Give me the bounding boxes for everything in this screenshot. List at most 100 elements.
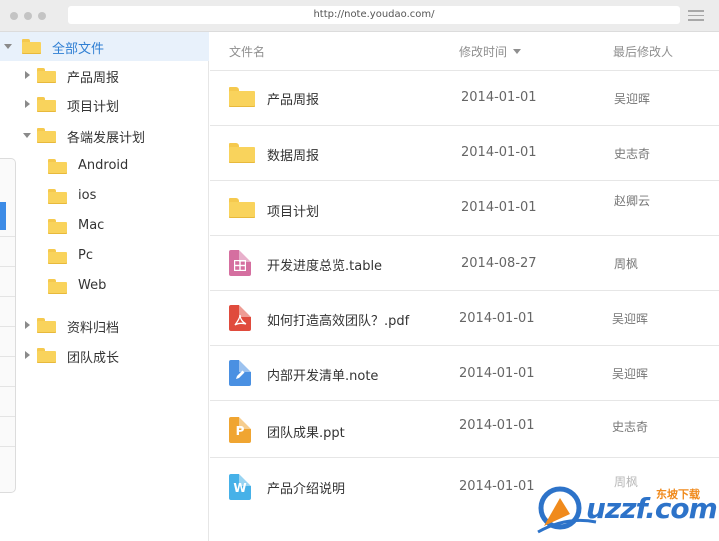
tree-item-label: Pc: [78, 248, 93, 263]
column-header-name[interactable]: 文件名: [229, 43, 265, 60]
file-list: 文件名 修改时间 最后修改人 产品周报 2014-01-01 吴迎晖 数据周报 …: [210, 32, 719, 541]
expand-down-icon[interactable]: [23, 133, 31, 138]
file-modified-date: 2014-01-01: [461, 90, 537, 105]
tree-item-mac[interactable]: Mac: [0, 212, 209, 241]
hamburger-menu-icon[interactable]: [688, 10, 704, 21]
tree-item-label: ios: [78, 188, 97, 203]
folder-icon: [48, 189, 67, 204]
file-row[interactable]: 如何打造高效团队？.pdf 2014-01-01 吴迎晖: [210, 291, 719, 346]
ppt-file-icon: P: [229, 417, 251, 443]
word-file-icon: W: [229, 474, 251, 500]
column-header-modified[interactable]: 修改时间: [459, 43, 522, 60]
folder-icon: [229, 198, 255, 218]
folder-tree-sidebar: 全部文件 产品周报 项目计划 各端发展计划 Android ios Mac Pc…: [0, 32, 209, 541]
tree-item-label: 各端发展计划: [67, 131, 146, 146]
file-modified-date: 2014-01-01: [461, 145, 537, 160]
tree-item-ios[interactable]: ios: [0, 182, 209, 211]
tree-item-label: Mac: [78, 218, 105, 233]
expand-down-icon[interactable]: [4, 44, 12, 49]
expand-right-icon[interactable]: [25, 321, 30, 329]
file-row[interactable]: P 团队成果.ppt 2014-01-01 史志奇: [210, 401, 719, 458]
background-window-divider: [0, 236, 15, 237]
file-name: 产品周报: [267, 93, 320, 108]
tree-item-label: 资料归档: [67, 321, 120, 336]
file-name: 产品介绍说明: [267, 482, 346, 497]
file-editor: 吴迎晖: [614, 92, 651, 106]
background-window-divider: [0, 296, 15, 297]
folder-icon: [229, 87, 255, 107]
file-editor: 赵卿云: [614, 194, 651, 208]
folder-icon: [37, 68, 56, 83]
file-editor: 史志奇: [614, 147, 651, 161]
file-modified-date: 2014-01-01: [459, 311, 535, 326]
file-row[interactable]: 项目计划 2014-01-01 赵卿云: [210, 181, 719, 236]
file-list-header: 文件名 修改时间 最后修改人: [210, 32, 719, 71]
file-modified-date: 2014-01-01: [459, 418, 535, 433]
file-editor: 史志奇: [612, 420, 649, 434]
site-watermark: uzzf.com 东坡下载: [536, 478, 718, 536]
file-name: 如何打造高效团队？.pdf: [267, 314, 410, 329]
column-header-modified-label: 修改时间: [459, 45, 508, 59]
file-modified-date: 2014-01-01: [459, 366, 535, 381]
folder-icon: [22, 39, 41, 54]
folder-icon: [37, 97, 56, 112]
window-close-button[interactable]: [10, 12, 18, 20]
expand-right-icon[interactable]: [25, 100, 30, 108]
file-row[interactable]: 开发进度总览.table 2014-08-27 周枫: [210, 236, 719, 291]
window-minimize-button[interactable]: [24, 12, 32, 20]
folder-icon: [48, 249, 67, 264]
file-row[interactable]: 产品周报 2014-01-01 吴迎晖: [210, 71, 719, 126]
file-row[interactable]: 内部开发清单.note 2014-01-01 吴迎晖: [210, 346, 719, 401]
tree-item-platform-plans[interactable]: 各端发展计划: [0, 121, 209, 150]
folder-icon: [37, 318, 56, 333]
file-name: 内部开发清单.note: [267, 369, 379, 384]
tree-item-label: 产品周报: [67, 71, 120, 86]
file-modified-date: 2014-08-27: [461, 256, 537, 271]
file-row[interactable]: 数据周报 2014-01-01 史志奇: [210, 126, 719, 181]
window-maximize-button[interactable]: [38, 12, 46, 20]
pdf-file-icon: [229, 305, 251, 331]
column-header-editor[interactable]: 最后修改人: [613, 43, 673, 60]
browser-toolbar: http://note.youdao.com/: [0, 0, 719, 32]
expand-right-icon[interactable]: [25, 351, 30, 359]
background-window-divider: [0, 446, 15, 447]
folder-icon: [229, 143, 255, 163]
file-modified-date: 2014-01-01: [459, 479, 535, 494]
note-file-icon: [229, 360, 251, 386]
file-editor: 周枫: [614, 257, 639, 271]
background-window-divider: [0, 326, 15, 327]
tree-item-android[interactable]: Android: [0, 152, 209, 181]
background-window-divider: [0, 386, 15, 387]
file-name: 开发进度总览.table: [267, 259, 383, 274]
tree-item-label: 全部文件: [52, 42, 105, 57]
tree-item-pc[interactable]: Pc: [0, 242, 209, 271]
file-name: 项目计划: [267, 205, 320, 220]
tree-item-archive[interactable]: 资料归档: [0, 311, 209, 340]
tree-item-label: Android: [78, 158, 129, 173]
folder-icon: [37, 348, 56, 363]
expand-right-icon[interactable]: [25, 71, 30, 79]
background-window-divider: [0, 266, 15, 267]
tree-item-label: 项目计划: [67, 100, 120, 115]
folder-icon: [48, 159, 67, 174]
file-modified-date: 2014-01-01: [461, 200, 537, 215]
background-window-divider: [0, 416, 15, 417]
tree-item-all-files[interactable]: 全部文件: [0, 32, 209, 61]
background-window-divider: [0, 356, 15, 357]
tree-item-label: Web: [78, 278, 107, 293]
file-editor: 吴迎晖: [612, 367, 649, 381]
tree-item-team-growth[interactable]: 团队成长: [0, 341, 209, 370]
folder-icon: [48, 279, 67, 294]
tree-item-label: 团队成长: [67, 351, 120, 366]
file-editor: 吴迎晖: [612, 312, 649, 326]
tree-item-product-weekly[interactable]: 产品周报: [0, 61, 209, 90]
tree-item-web[interactable]: Web: [0, 272, 209, 301]
folder-icon: [37, 128, 56, 143]
tree-item-project-plan[interactable]: 项目计划: [0, 90, 209, 119]
folder-icon: [48, 219, 67, 234]
watermark-tagline: 东坡下载: [656, 488, 700, 501]
sort-caret-icon: [513, 49, 522, 54]
file-name: 数据周报: [267, 149, 320, 164]
background-window-accent: [0, 202, 6, 230]
address-bar[interactable]: http://note.youdao.com/: [68, 6, 680, 24]
